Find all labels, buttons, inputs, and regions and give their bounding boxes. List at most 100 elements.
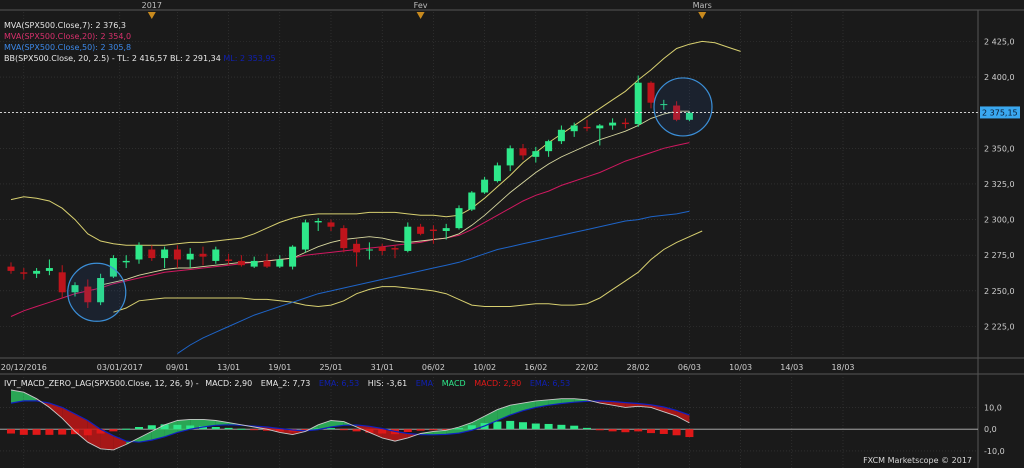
macd-histogram-bar <box>583 427 591 430</box>
candle-body <box>263 260 271 267</box>
candle-body <box>429 229 437 231</box>
legend-mva50: MVA(SPX500.Close,50): 2 305,8 <box>4 43 132 52</box>
macd-histogram-bar <box>429 429 438 431</box>
month-marker-label: 2017 <box>142 1 162 10</box>
candle-body <box>596 125 604 129</box>
macd-histogram-bar <box>147 425 156 430</box>
candle-body <box>20 272 28 274</box>
candle-body <box>378 246 386 251</box>
legend-mva20: MVA(SPX500.Close,20): 2 354,0 <box>4 32 132 41</box>
macd-histogram-bar <box>647 429 655 434</box>
candle-body <box>186 253 194 260</box>
macd-header-ema-label: EMA <box>415 379 434 388</box>
highlight-circle <box>653 77 713 137</box>
macd-histogram-bar <box>634 429 643 432</box>
macd-histogram-bar <box>32 429 41 435</box>
price-tick-label: 2 300,0 <box>984 216 1015 225</box>
candle-body <box>173 249 181 260</box>
month-marker-label: Mars <box>693 1 712 10</box>
candle-body <box>340 228 348 249</box>
macd-histogram-bar <box>135 427 143 430</box>
date-tick-label: 10/02 <box>473 363 496 372</box>
candle-body <box>442 228 450 231</box>
date-tick-label: 06/02 <box>422 363 445 372</box>
candle-body <box>391 248 399 250</box>
macd-header: IVT_MACD_ZERO_LAG(SPX500.Close, 12, 26, … <box>4 379 570 388</box>
macd-histogram-bar <box>672 429 681 436</box>
macd-header-macd-value: MACD: 2,90 <box>474 379 522 388</box>
price-tick-label: 2 250,0 <box>984 287 1015 296</box>
candle-body <box>353 243 361 253</box>
candle-body <box>583 126 591 129</box>
macd-histogram-bar <box>506 420 515 430</box>
indicator-legend: MVA(SPX500.Close,7): 2 376,3 MVA(SPX500.… <box>4 20 276 64</box>
date-tick-label: 09/01 <box>166 363 189 372</box>
date-tick-label: 10/03 <box>729 363 752 372</box>
macd-histogram-bar <box>211 427 220 430</box>
chart-background <box>0 0 1024 468</box>
month-marker-label: Fev <box>414 1 428 10</box>
date-tick-label: 13/01 <box>217 363 240 372</box>
last-price-label: 2 375,15 <box>982 108 1018 117</box>
macd-histogram-bar <box>621 429 630 433</box>
macd-histogram-bar <box>7 429 15 434</box>
candle-body <box>33 270 41 274</box>
macd-histogram-bar <box>250 429 259 431</box>
date-tick-label: 16/02 <box>524 363 547 372</box>
legend-bb-main: BB(SPX500.Close, 20, 2.5) - TL: 2 416,57… <box>4 54 221 63</box>
candle-body <box>545 141 553 152</box>
candle-body <box>199 253 207 257</box>
macd-histogram-bar <box>352 429 361 432</box>
macd-header-ema: EMA: 6,53 <box>318 379 360 388</box>
macd-tick-label: -10,0 <box>984 447 1005 456</box>
candle-body <box>45 268 53 271</box>
date-tick-label: 28/02 <box>627 363 650 372</box>
macd-histogram-bar <box>83 429 92 436</box>
price-tick-label: 2 275,0 <box>984 251 1015 260</box>
macd-header-macd: MACD: 2,90 <box>205 379 253 388</box>
candle-body <box>417 226 425 234</box>
price-tick-label: 2 225,0 <box>984 322 1015 331</box>
candle-body <box>570 125 578 132</box>
candle-body <box>250 260 258 267</box>
macd-histogram-bar <box>531 423 540 430</box>
candle-body <box>519 148 527 156</box>
candle-body <box>161 249 169 259</box>
macd-histogram-bar <box>557 424 566 430</box>
macd-histogram-bar <box>519 422 527 430</box>
macd-histogram-bar <box>122 428 131 430</box>
macd-histogram-bar <box>339 429 348 431</box>
candle-body <box>532 151 540 157</box>
candle-body <box>481 179 489 193</box>
date-tick-label: 03/01/2017 <box>97 363 143 372</box>
date-tick-label: 22/02 <box>575 363 598 372</box>
date-tick-label: 31/01 <box>371 363 394 372</box>
candle-body <box>647 82 655 103</box>
candle-body <box>148 249 156 259</box>
candle-body <box>404 226 412 251</box>
macd-header-macd-label: MACD <box>441 379 466 388</box>
macd-histogram-bar <box>109 429 118 432</box>
candle-body <box>135 245 143 260</box>
candle-body <box>314 221 322 223</box>
trading-chart: 2 225,0 2 250,0 2 275,0 2 300,0 2 325,0 2 350… <box>0 0 1024 468</box>
macd-histogram-bar <box>416 429 425 431</box>
candle-body <box>506 148 514 166</box>
macd-histogram-bar <box>467 425 476 430</box>
macd-histogram-bar <box>685 429 694 438</box>
macd-histogram-bar <box>570 425 579 430</box>
highlight-circle <box>67 262 127 322</box>
macd-header-his: HIS: -3,61 <box>367 379 408 388</box>
candle-body <box>212 249 220 261</box>
candle-body <box>122 260 130 263</box>
legend-bb: BB(SPX500.Close, 20, 2.5) - TL: 2 416,57… <box>4 53 276 64</box>
candle-body <box>609 122 617 126</box>
macd-histogram-bar <box>275 429 284 432</box>
date-tick-label: 14/03 <box>780 363 803 372</box>
candle-body <box>493 165 501 182</box>
candle-body <box>365 249 373 251</box>
macd-histogram-bar <box>659 429 668 434</box>
macd-histogram-bar <box>455 428 463 430</box>
date-tick-label: 19/01 <box>268 363 291 372</box>
candle-body <box>237 260 245 266</box>
